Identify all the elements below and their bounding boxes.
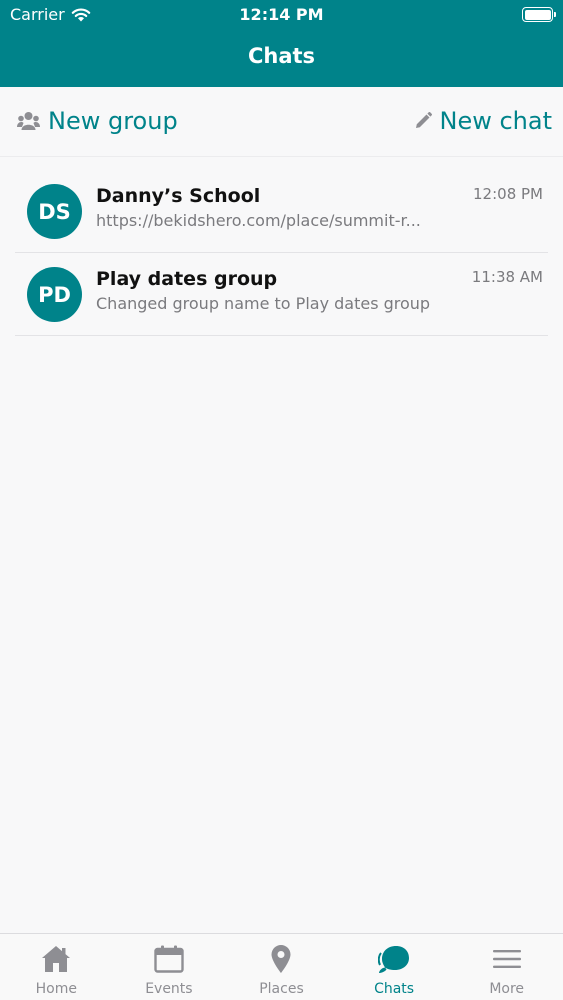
avatar: PD (27, 267, 82, 322)
chat-preview: https://bekidshero.com/place/summit-r... (96, 211, 421, 230)
status-time: 12:14 PM (239, 5, 324, 24)
home-icon (40, 944, 72, 974)
pencil-icon (415, 112, 432, 128)
chat-timestamp: 12:08 PM (473, 185, 543, 203)
tab-bar: Home Events Places Chats More (0, 933, 563, 1000)
tab-label: Events (145, 981, 193, 997)
tab-chats[interactable]: Chats (338, 934, 451, 1000)
new-chat-label: New chat (439, 107, 553, 135)
menu-icon (491, 944, 523, 974)
app-header: Carrier 12:14 PM Chats (0, 0, 563, 87)
tab-label: Home (35, 981, 77, 997)
new-group-button[interactable]: New group (17, 107, 178, 135)
tab-label: Places (259, 981, 304, 997)
tab-places[interactable]: Places (225, 934, 338, 1000)
chat-bubble-icon (378, 944, 410, 974)
chat-name: Play dates group (96, 268, 278, 290)
chat-name: Danny’s School (96, 185, 261, 207)
new-chat-button[interactable]: New chat (414, 107, 553, 135)
chat-actions-bar: New group New chat (0, 87, 563, 157)
tab-more[interactable]: More (450, 934, 563, 1000)
chat-list-item[interactable]: PD Play dates group Changed group name t… (15, 253, 548, 336)
status-bar: Carrier 12:14 PM (0, 0, 563, 30)
chat-preview: Changed group name to Play dates group (96, 294, 431, 313)
tab-events[interactable]: Events (113, 934, 226, 1000)
tab-home[interactable]: Home (0, 934, 113, 1000)
calendar-icon (153, 944, 185, 974)
page-title: Chats (247, 44, 316, 68)
new-group-label: New group (48, 107, 178, 135)
battery-icon (522, 7, 556, 22)
tab-label: More (489, 981, 525, 997)
chat-list: DS Danny’s School https://bekidshero.com… (0, 170, 563, 336)
chat-timestamp: 11:38 AM (471, 268, 543, 286)
map-pin-icon (265, 944, 297, 974)
group-icon (17, 112, 40, 130)
avatar: DS (27, 184, 82, 239)
chat-list-item[interactable]: DS Danny’s School https://bekidshero.com… (15, 170, 548, 253)
tab-label: Chats (374, 981, 415, 997)
